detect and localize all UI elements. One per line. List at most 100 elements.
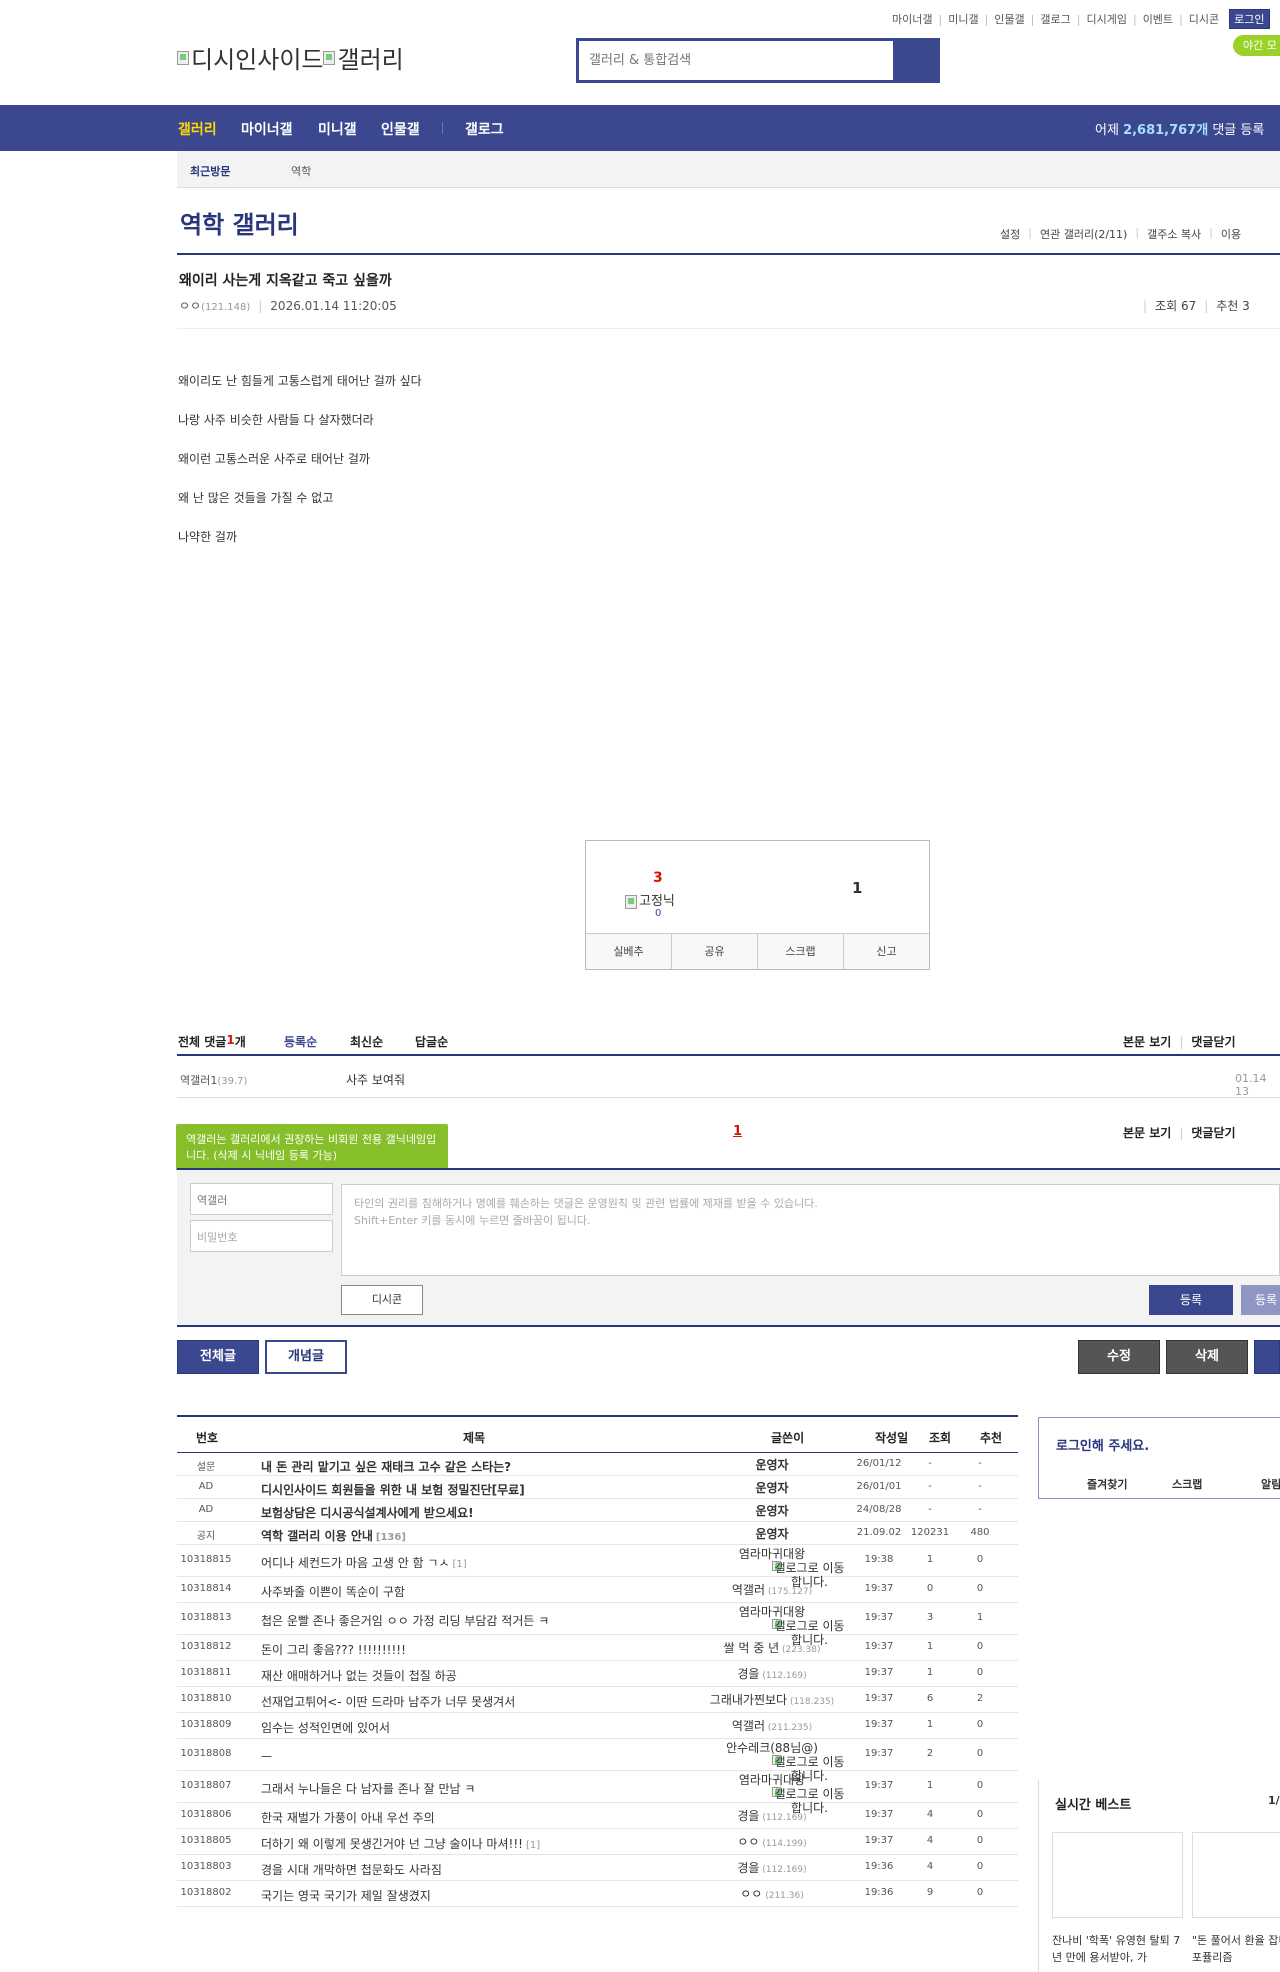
post-title-link[interactable]: 역학 갤러리 이용 안내 [136] (261, 1527, 406, 1544)
post-title-link[interactable]: 사주봐줄 이쁜이 똑순이 구함 (261, 1583, 405, 1600)
gallery-title[interactable]: 역학 갤러리 (180, 205, 299, 240)
post-title-link[interactable]: 첩은 운빨 존나 좋은거임 ㅇㅇ 가정 리딩 부담감 적거든 ㅋ (261, 1612, 549, 1629)
top-link-event[interactable]: 이벤트 (1143, 11, 1173, 27)
table-row[interactable]: 10318807 그래서 누나들은 다 남자를 존나 잘 만남 ㅋ 염라마귀대왕 갤로… (177, 1771, 1018, 1815)
table-row[interactable]: 10318810 선재업고튀어<- 이딴 드라마 남주가 너무 못생겨서 그래내가찐… (177, 1687, 1018, 1713)
post-writer[interactable]: ㅇㅇ (114.199) (697, 1835, 847, 1851)
reply-count[interactable]: [136] (376, 1532, 406, 1543)
sort-latest[interactable]: 최신순 (350, 1033, 383, 1050)
silbe-recommend-button[interactable]: 실베추 (586, 934, 672, 969)
post-writer[interactable]: 역갤러 (175.127) (697, 1583, 847, 1599)
post-writer[interactable]: 염라마귀대왕 갤로그로 이동합니다. (697, 1547, 847, 1589)
table-row[interactable]: 공지 역학 갤러리 이용 안내 [136] 운영자 21.09.02 120231 480 (177, 1522, 1018, 1545)
post-writer[interactable]: 염라마귀대왕 갤로그로 이동합니다. (697, 1605, 847, 1647)
comment-submit-button[interactable]: 등록 (1149, 1285, 1233, 1315)
all-posts-button[interactable]: 전체글 (177, 1340, 259, 1374)
post-writer[interactable]: 그래내가찐보다 (118.235) (697, 1693, 847, 1709)
table-row[interactable]: AD 디시인사이드 회원들을 위한 내 보험 정밀진단[무료] 운영자 26/01/0… (177, 1476, 1018, 1499)
post-title-link[interactable]: 경을 시대 개막하면 첩문화도 사라짐 (261, 1861, 442, 1878)
top-link-person[interactable]: 인물갤 (994, 11, 1024, 27)
table-row[interactable]: 10318806 한국 재벌가 가풍이 아내 우선 주의 경을 (112.169) 1… (177, 1803, 1018, 1829)
favorites-link[interactable]: 즐겨찾기 (1087, 1476, 1127, 1492)
post-writer[interactable]: 운영자 (697, 1458, 847, 1472)
best-caption[interactable]: 잔나비 '학폭' 유영현 탈퇴 7년 만에 용서받아, 가 (1052, 1932, 1186, 1966)
comment-textarea[interactable]: 타인의 권리를 침해하거나 명예를 훼손하는 댓글은 운영원칙 및 관련 법률에… (341, 1184, 1280, 1276)
post-title-link[interactable]: 재산 애매하거나 없는 것들이 첩질 하공 (261, 1667, 457, 1684)
post-title-link[interactable]: 내 돈 관리 맡기고 싶은 재태크 고수 같은 스타는? (261, 1458, 511, 1475)
table-row[interactable]: 10318802 국기는 영국 국기가 제일 잘생겼지 ㅇㅇ (211.36) 19:… (177, 1881, 1018, 1907)
dccon-button[interactable]: 디시콘 (341, 1285, 423, 1315)
post-writer[interactable]: ㅇㅇ (211.36) (697, 1887, 847, 1903)
table-row[interactable]: 10318809 임수는 성적인면에 있어서 역갤러 (211.235) 19:37 1… (177, 1713, 1018, 1739)
post-title-link[interactable]: ㅡ (261, 1748, 272, 1765)
post-title-link[interactable]: 어디나 세컨드가 마음 고생 안 함 ㄱㅅ [1] (261, 1554, 467, 1571)
best-thumbnail[interactable] (1052, 1832, 1183, 1918)
concept-posts-button[interactable]: 개념글 (265, 1340, 347, 1374)
upvote-button[interactable]: 고정닉 (625, 890, 675, 909)
site-logo[interactable]: 디시인사이드 갤러리 (177, 40, 404, 75)
table-row[interactable]: 10318814 사주봐줄 이쁜이 똑순이 구함 역갤러 (175.127) 19:3… (177, 1577, 1018, 1603)
scrap-button[interactable]: 스크랩 (758, 934, 844, 969)
scrap-link[interactable]: 스크랩 (1172, 1476, 1202, 1492)
post-title-link[interactable]: 선재업고튀어<- 이딴 드라마 남주가 너무 못생겨서 (261, 1693, 515, 1710)
post-writer[interactable]: 쌀 먹 중 년 (223.38) (697, 1641, 847, 1657)
write-button[interactable] (1254, 1340, 1280, 1374)
nav-minor[interactable]: 마이너갤 (241, 119, 293, 139)
top-link-gallog[interactable]: 갤로그 (1040, 11, 1070, 27)
post-writer[interactable]: 경을 (112.169) (697, 1667, 847, 1683)
view-post-link[interactable]: 본문 보기 (1123, 1126, 1171, 1140)
top-link-dccon[interactable]: 디시콘 (1189, 11, 1219, 27)
search-button[interactable] (893, 41, 937, 80)
recent-visit-item[interactable]: 역학 (291, 163, 311, 179)
post-writer[interactable]: 운영자 (697, 1481, 847, 1495)
post-title-link[interactable]: 그래서 누나들은 다 남자를 존나 잘 만남 ㅋ (261, 1780, 475, 1797)
delete-button[interactable]: 삭제 (1166, 1340, 1248, 1374)
post-writer[interactable]: 안수레크(88님@) 갤로그로 이동합니다. (697, 1741, 847, 1783)
table-row[interactable]: 10318805 더하기 왜 이렇게 못생긴거야 넌 그냥 술이나 마셔!!! [1… (177, 1829, 1018, 1855)
share-button[interactable]: 공유 (672, 934, 758, 969)
top-link-game[interactable]: 디시게임 (1086, 11, 1126, 27)
nav-mini[interactable]: 미니갤 (318, 119, 357, 139)
table-row[interactable]: 10318808 ㅡ 안수레크(88님@) 갤로그로 이동합니다. 19:37 2 0 (177, 1739, 1018, 1783)
post-title-link[interactable]: 더하기 왜 이렇게 못생긴거야 넌 그냥 술이나 마셔!!! [1] (261, 1835, 540, 1852)
reply-count[interactable]: [1] (526, 1840, 540, 1851)
table-row[interactable]: AD 보험상담은 디시공식설계사에게 받으세요! 운영자 24/08/28 - - (177, 1499, 1018, 1522)
post-title-link[interactable]: 보험상담은 디시공식설계사에게 받으세요! (261, 1504, 474, 1521)
post-writer[interactable]: 역갤러 (211.235) (697, 1719, 847, 1735)
table-row[interactable]: 설문 내 돈 관리 맡기고 싶은 재태크 고수 같은 스타는? 운영자 26/01/1… (177, 1453, 1018, 1476)
downvote-count[interactable]: 1 (852, 879, 862, 897)
alerts-link[interactable]: 알림 (1261, 1476, 1280, 1492)
recent-visits-label[interactable]: 최근방문 (190, 163, 230, 179)
table-row[interactable]: 10318811 재산 애매하거나 없는 것들이 첩질 하공 경을 (112.169… (177, 1661, 1018, 1687)
nickname-field[interactable]: 역갤러 (190, 1183, 333, 1215)
night-mode-toggle[interactable]: 야간 모 (1233, 35, 1280, 56)
gallery-settings-link[interactable]: 설정 (1000, 226, 1020, 242)
nav-person[interactable]: 인물갤 (381, 119, 420, 139)
comment-author[interactable]: 역갤러1(39.7) (180, 1072, 247, 1088)
gallery-usage-link[interactable]: 이용 (1221, 226, 1241, 242)
view-post-link[interactable]: 본문 보기 (1123, 1035, 1171, 1049)
reply-count[interactable]: [1] (453, 1559, 467, 1570)
post-writer[interactable]: 염라마귀대왕 갤로그로 이동합니다. (697, 1773, 847, 1815)
post-title-link[interactable]: 돈이 그리 좋음??? !!!!!!!!!! (261, 1641, 406, 1658)
edit-button[interactable]: 수정 (1078, 1340, 1160, 1374)
post-writer[interactable]: 경을 (112.169) (697, 1861, 847, 1877)
realtime-best-title[interactable]: 실시간 베스트 (1055, 1794, 1131, 1813)
comment-submit-recommend-button[interactable]: 등록 (1241, 1285, 1280, 1315)
sort-replies[interactable]: 답글순 (415, 1033, 448, 1050)
nav-gallery[interactable]: 갤러리 (178, 119, 217, 139)
search-input[interactable] (579, 41, 894, 80)
comment-page-number[interactable]: 1 (733, 1124, 742, 1139)
copy-gallery-url-link[interactable]: 갤주소 복사 (1147, 226, 1201, 242)
table-row[interactable]: 10318815 어디나 세컨드가 마음 고생 안 함 ㄱㅅ [1] 염라마귀대왕 갤로… (177, 1545, 1018, 1589)
post-title-link[interactable]: 국기는 영국 국기가 제일 잘생겼지 (261, 1887, 431, 1904)
related-gallery-link[interactable]: 연관 갤러리(2/11) (1040, 226, 1127, 242)
login-button[interactable]: 로그인 (1229, 9, 1270, 29)
close-comments-link[interactable]: 댓글닫기 (1191, 1035, 1235, 1049)
best-thumbnail[interactable] (1192, 1832, 1280, 1918)
close-comments-link[interactable]: 댓글닫기 (1191, 1126, 1235, 1140)
table-row[interactable]: 10318813 첩은 운빨 존나 좋은거임 ㅇㅇ 가정 리딩 부담감 적거든 ㅋ… (177, 1603, 1018, 1647)
post-writer[interactable]: 운영자 (697, 1527, 847, 1541)
table-row[interactable]: 10318803 경을 시대 개막하면 첩문화도 사라짐 경을 (112.169) 1… (177, 1855, 1018, 1881)
post-writer[interactable]: 경을 (112.169) (697, 1809, 847, 1825)
